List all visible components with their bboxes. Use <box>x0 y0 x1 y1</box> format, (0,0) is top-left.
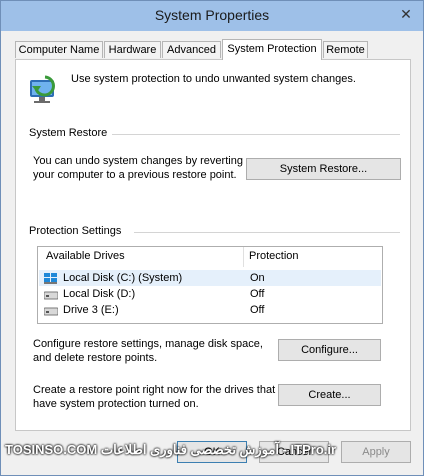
apply-button[interactable]: Apply <box>341 441 411 463</box>
configure-description-line2: and delete restore points. <box>33 352 158 364</box>
column-header-available-drives[interactable]: Available Drives <box>46 250 125 262</box>
protection-settings-heading: Protection Settings <box>29 225 122 237</box>
disk-drive-icon <box>44 307 58 316</box>
system-protection-panel: Use system protection to undo unwanted s… <box>15 59 411 431</box>
column-header-protection[interactable]: Protection <box>249 250 299 262</box>
system-restore-line2: your computer to a previous restore poin… <box>33 169 237 181</box>
system-restore-heading: System Restore <box>29 127 108 139</box>
system-protection-icon <box>30 75 55 103</box>
title-bar[interactable]: System Properties ✕ <box>1 1 423 31</box>
create-button[interactable]: Create... <box>278 384 381 406</box>
drive-protection-status: Off <box>250 304 265 316</box>
drive-name: Local Disk (C:) (System) <box>63 272 183 284</box>
list-header: Available Drives Protection <box>38 247 382 267</box>
configure-button[interactable]: Configure... <box>278 339 381 361</box>
section-divider <box>134 232 400 233</box>
drive-protection-status: On <box>250 272 265 284</box>
column-separator <box>243 247 244 267</box>
create-description-line2: have system protection turned on. <box>33 398 199 410</box>
system-drive-icon <box>44 273 57 284</box>
drive-row-e[interactable]: Drive 3 (E:) Off <box>39 302 381 318</box>
drive-name: Local Disk (D:) <box>63 288 136 300</box>
system-properties-window: System Properties ✕ Computer Name Hardwa… <box>0 0 424 476</box>
configure-description-line1: Configure restore settings, manage disk … <box>33 338 263 350</box>
watermark-text: TOSINSO.COM آموزش تخصصی فناوری اطلاعات -… <box>5 442 337 457</box>
drives-list[interactable]: Available Drives Protection Local Disk (… <box>37 246 383 324</box>
intro-text: Use system protection to undo unwanted s… <box>71 73 356 85</box>
close-icon: ✕ <box>400 6 412 22</box>
drive-name: Drive 3 (E:) <box>63 304 119 316</box>
window-title: System Properties <box>154 7 270 23</box>
system-restore-line1: You can undo system changes by reverting <box>33 155 243 167</box>
create-description-line1: Create a restore point right now for the… <box>33 384 276 396</box>
section-divider <box>112 134 400 135</box>
system-restore-button[interactable]: System Restore... <box>246 158 401 180</box>
disk-drive-icon <box>44 291 58 300</box>
drive-row-c[interactable]: Local Disk (C:) (System) On <box>39 270 381 286</box>
drive-row-d[interactable]: Local Disk (D:) Off <box>39 286 381 302</box>
drive-protection-status: Off <box>250 288 265 300</box>
close-button[interactable]: ✕ <box>395 5 417 23</box>
tab-advanced[interactable]: Advanced <box>162 41 221 58</box>
tab-hardware[interactable]: Hardware <box>104 41 161 58</box>
tab-remote[interactable]: Remote <box>323 41 368 58</box>
tab-computer-name[interactable]: Computer Name <box>15 41 103 58</box>
tab-system-protection[interactable]: System Protection <box>222 39 322 60</box>
